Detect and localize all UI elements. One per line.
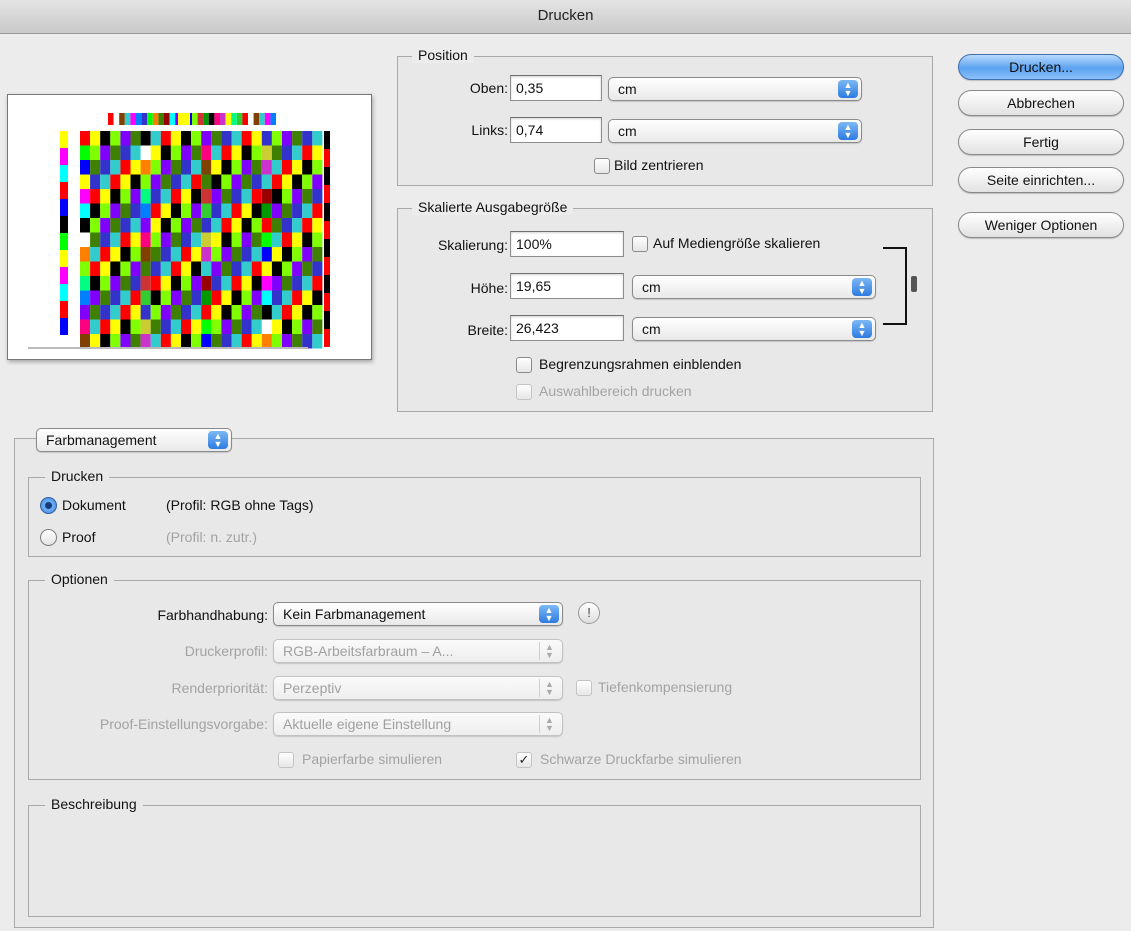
top-offset-field[interactable]: 0,35 xyxy=(510,75,602,101)
height-unit-popup[interactable]: cm ▲ ▼ xyxy=(632,275,876,299)
color-handling-popup[interactable]: Kein Farbmanagement ▲ ▼ xyxy=(273,602,563,626)
popup-arrows-icon: ▲ ▼ xyxy=(208,431,228,449)
print-source-legend: Drucken xyxy=(45,468,110,484)
height-label: Höhe: xyxy=(470,280,508,296)
center-image-label: Bild zentrieren xyxy=(614,157,704,173)
proof-label: Proof xyxy=(62,529,96,545)
print-selection-label: Auswahlbereich drucken xyxy=(539,383,692,399)
width-unit-popup[interactable]: cm ▲ ▼ xyxy=(632,317,876,341)
section-popup-value: Farbmanagement xyxy=(46,432,157,448)
window-title: Drucken xyxy=(0,0,1131,34)
left-label: Links: xyxy=(471,122,508,138)
print-preview xyxy=(7,94,372,360)
top-unit-value: cm xyxy=(618,81,637,97)
black-point-checkbox[interactable] xyxy=(576,680,592,696)
height-unit-value: cm xyxy=(642,279,661,295)
scaled-output-legend: Skalierte Ausgabegröße xyxy=(412,199,574,215)
fit-media-checkbox[interactable] xyxy=(632,236,648,252)
scale-label: Skalierung: xyxy=(437,237,508,253)
description-group: Beschreibung xyxy=(28,796,921,917)
paper-color-label: Papierfarbe simulieren xyxy=(302,751,443,767)
bounding-box-label: Begrenzungsrahmen einblenden xyxy=(539,356,742,372)
proof-setup-label: Proof-Einstellungsvorgabe: xyxy=(99,716,268,732)
print-source-group: Drucken xyxy=(28,468,921,557)
cancel-button[interactable]: Abbrechen xyxy=(958,90,1124,116)
chain-link-icon[interactable] xyxy=(911,276,917,292)
printer-profile-popup[interactable]: RGB-Arbeitsfarbraum – A... ▲ ▼ xyxy=(273,639,563,663)
popup-arrows-icon: ▲ ▼ xyxy=(539,642,559,660)
popup-arrows-icon: ▲ ▼ xyxy=(539,679,559,697)
popup-arrows-icon: ▲ ▼ xyxy=(539,715,559,733)
rendering-intent-popup[interactable]: Perzeptiv ▲ ▼ xyxy=(273,676,563,700)
description-legend: Beschreibung xyxy=(45,796,143,812)
popup-arrows-icon: ▲ ▼ xyxy=(838,80,858,98)
width-unit-value: cm xyxy=(642,321,661,337)
black-ink-label: Schwarze Druckfarbe simulieren xyxy=(540,751,742,767)
warning-icon: ! xyxy=(578,602,600,624)
printer-profile-value: RGB-Arbeitsfarbraum – A... xyxy=(283,643,454,659)
width-label: Breite: xyxy=(467,322,508,338)
fewer-options-button[interactable]: Weniger Optionen xyxy=(958,212,1124,238)
color-handling-label: Farbhandhabung: xyxy=(157,607,268,623)
document-label: Dokument xyxy=(62,497,126,513)
left-offset-field[interactable]: 0,74 xyxy=(510,117,602,143)
fit-media-label: Auf Mediengröße skalieren xyxy=(653,235,821,251)
width-field[interactable]: 26,423 xyxy=(510,315,624,341)
popup-arrows-icon: ▲ ▼ xyxy=(838,122,858,140)
section-popup[interactable]: Farbmanagement ▲ ▼ xyxy=(36,428,232,452)
left-unit-value: cm xyxy=(618,123,637,139)
center-image-checkbox[interactable] xyxy=(594,158,610,174)
bounding-box-checkbox[interactable] xyxy=(516,357,532,373)
rendering-intent-label: Renderpriorität: xyxy=(171,680,269,696)
proof-setup-value: Aktuelle eigene Einstellung xyxy=(283,716,452,732)
color-handling-value: Kein Farbmanagement xyxy=(283,606,426,622)
print-selection-checkbox[interactable] xyxy=(516,384,532,400)
scale-field[interactable]: 100% xyxy=(510,231,624,257)
proof-profile: (Profil: n. zutr.) xyxy=(166,529,258,545)
black-point-label: Tiefenkompensierung xyxy=(598,679,733,695)
document-radio[interactable] xyxy=(40,497,57,514)
printer-profile-label: Druckerprofil: xyxy=(184,643,268,659)
popup-arrows-icon: ▲ ▼ xyxy=(852,278,872,296)
link-bracket xyxy=(883,247,907,325)
print-button[interactable]: Drucken... xyxy=(958,54,1124,80)
position-legend: Position xyxy=(412,47,474,63)
height-field[interactable]: 19,65 xyxy=(510,273,624,299)
top-label: Oben: xyxy=(469,80,508,96)
document-profile: (Profil: RGB ohne Tags) xyxy=(166,497,314,513)
black-ink-checkbox[interactable]: ✓ xyxy=(516,752,532,768)
options-legend: Optionen xyxy=(45,571,114,587)
color-chart-preview xyxy=(28,113,330,349)
left-unit-popup[interactable]: cm ▲ ▼ xyxy=(608,119,862,143)
done-button[interactable]: Fertig xyxy=(958,129,1124,155)
top-unit-popup[interactable]: cm ▲ ▼ xyxy=(608,77,862,101)
proof-radio[interactable] xyxy=(40,529,57,546)
paper-color-checkbox[interactable] xyxy=(278,752,294,768)
popup-arrows-icon: ▲ ▼ xyxy=(852,320,872,338)
rendering-intent-text: Perzeptiv xyxy=(283,680,342,696)
popup-arrows-icon: ▲ ▼ xyxy=(539,605,559,623)
proof-setup-popup[interactable]: Aktuelle eigene Einstellung ▲ ▼ xyxy=(273,712,563,736)
page-setup-button[interactable]: Seite einrichten... xyxy=(958,167,1124,193)
